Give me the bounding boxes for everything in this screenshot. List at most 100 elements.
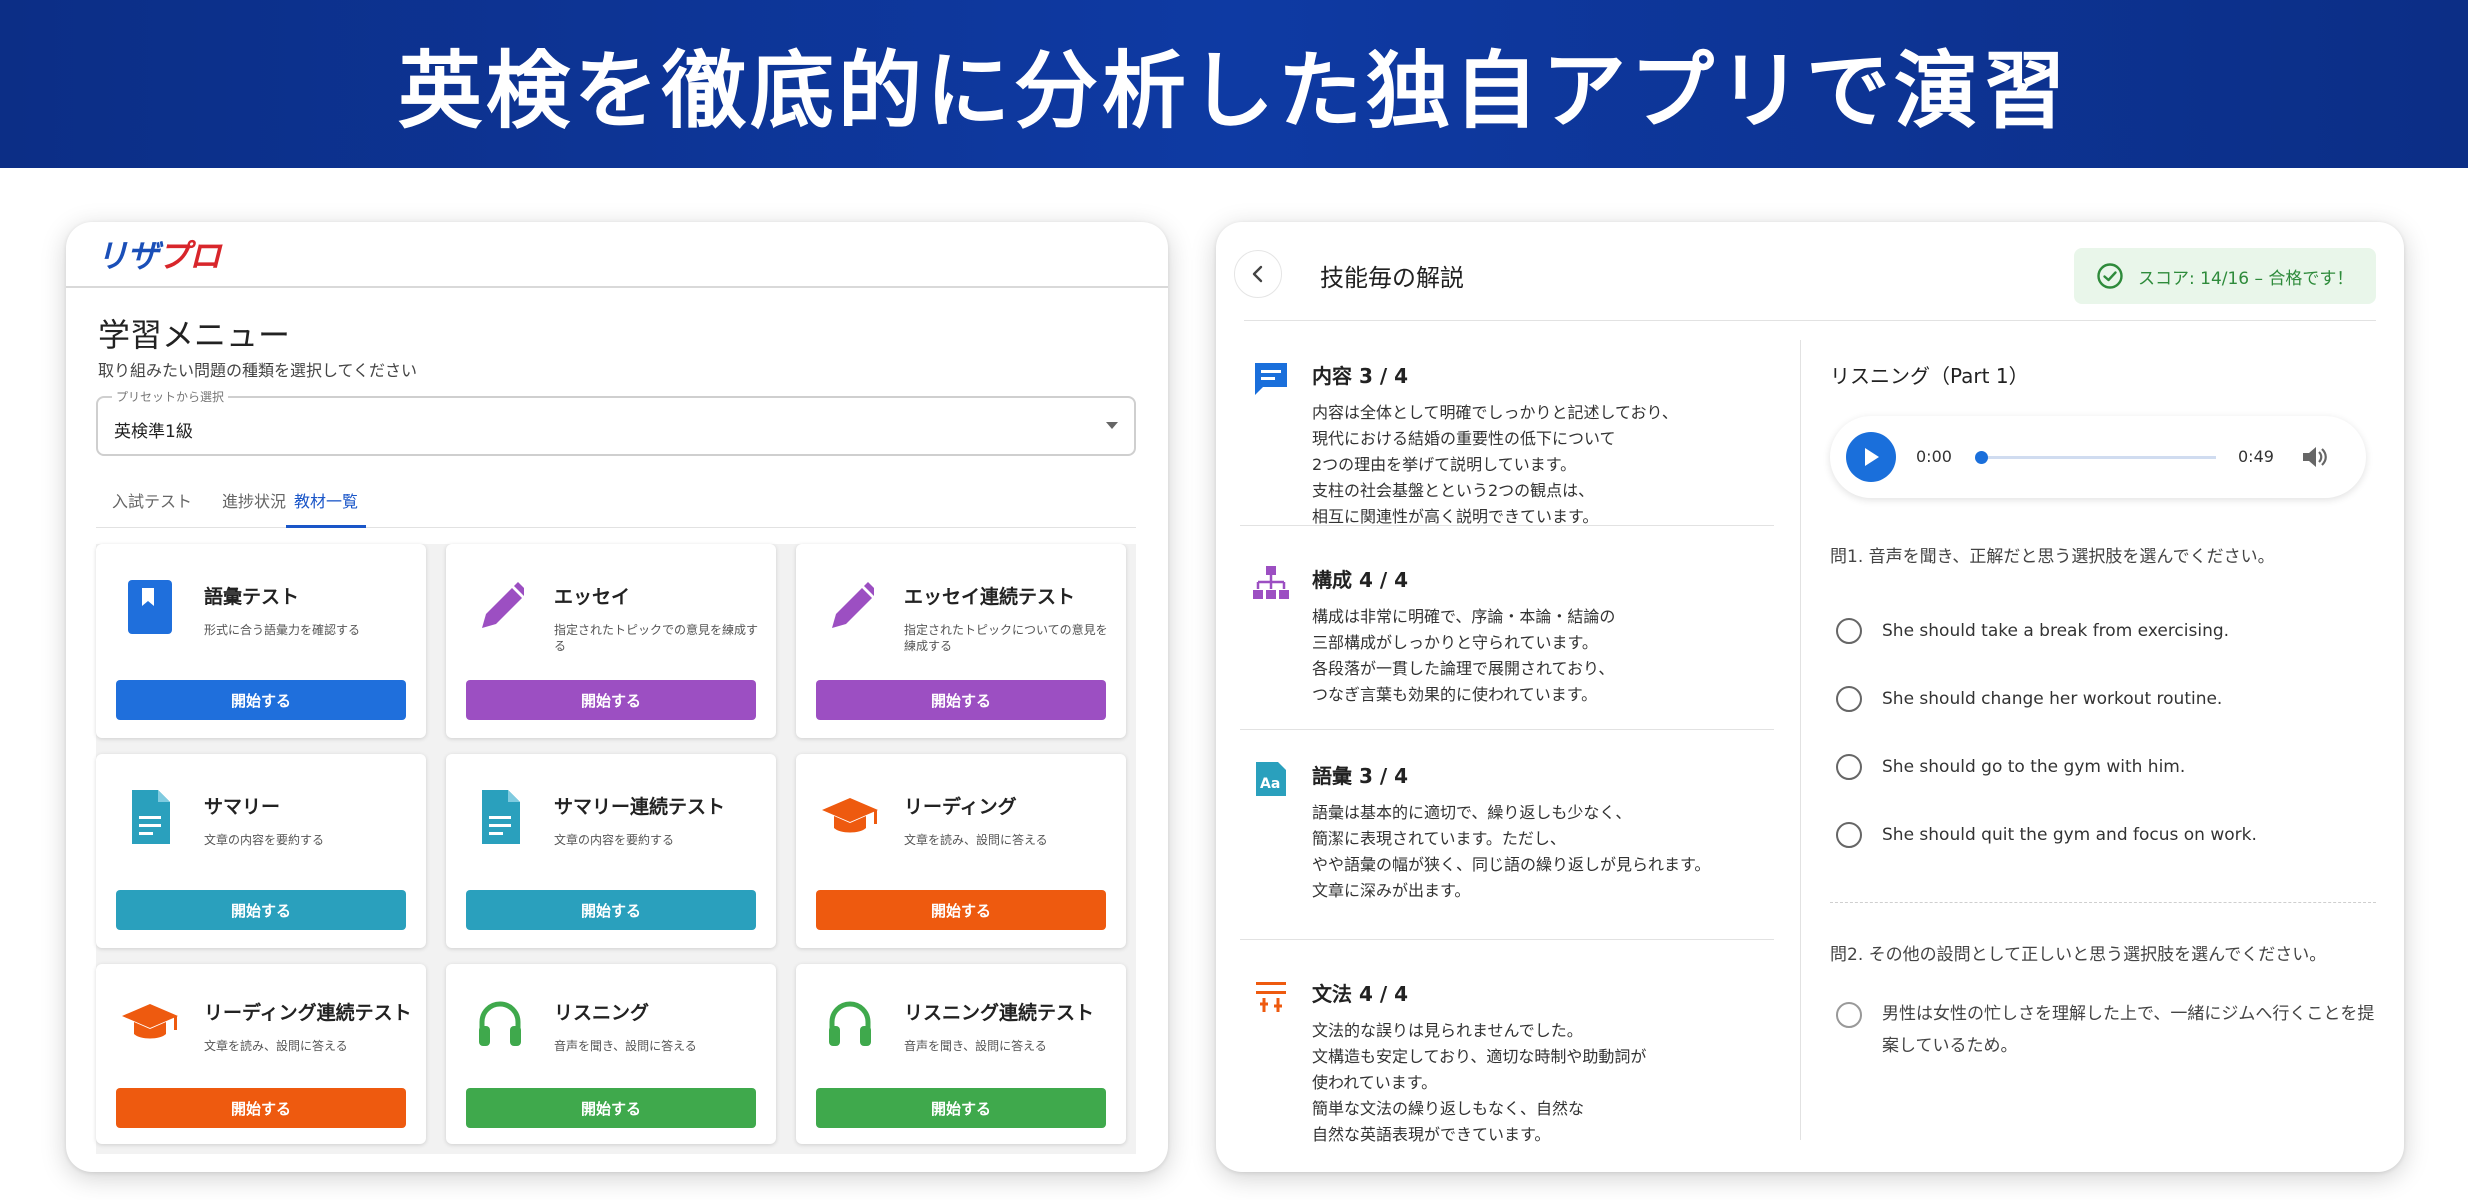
graduation-cap-icon xyxy=(822,798,878,833)
app-header: リザプロ xyxy=(66,222,1168,288)
hierarchy-icon xyxy=(1253,566,1289,599)
skill-body: 構成は非常に明確で、序論・本論・結論の 三部構成がしっかりと守られています。 各… xyxy=(1312,604,1762,708)
page-title: 学習メニュー xyxy=(98,316,291,354)
audio-player: 0:00 0:49 xyxy=(1830,416,2366,498)
headphones-icon xyxy=(479,1001,521,1046)
skill-line: 各段落が一貫した論理で展開されており、 xyxy=(1312,659,1615,678)
skill-line: 内容は全体として明確でしっかりと記述しており、 xyxy=(1312,403,1678,422)
skill-title: 内容 3 / 4 xyxy=(1312,364,1409,388)
page-title: 技能毎の解説 xyxy=(1320,264,1464,292)
feedback-header: 技能毎の解説 スコア: 14/16 – 合格です！ xyxy=(1216,222,2404,320)
tab-entrance-test[interactable]: 入試テスト xyxy=(112,488,192,528)
card-title: サマリー連続テスト xyxy=(554,796,726,818)
skill-line: 相互に関連性が高く説明できています。 xyxy=(1312,507,1599,526)
graduation-cap-icon xyxy=(122,1004,178,1039)
volume-icon[interactable] xyxy=(2300,444,2328,470)
skill-line: 文構造も安定しており、適切な時制や助動詞が xyxy=(1312,1047,1647,1066)
skill-line: 2つの理由を挙げて説明しています。 xyxy=(1312,455,1577,474)
skill-body: 内容は全体として明確でしっかりと記述しており、 現代における結婚の重要性の低下に… xyxy=(1312,400,1762,530)
skill-line: 自然な英語表現ができています。 xyxy=(1312,1125,1551,1144)
option-label: 男性は女性の忙しさを理解した上で、一緒にジムへ行くことを提案しているため。 xyxy=(1882,1004,2375,1056)
start-button-listening[interactable]: 開始する xyxy=(466,1088,756,1128)
radio-button[interactable] xyxy=(1836,754,1862,780)
card-description: 文章の内容を要約する xyxy=(554,833,675,847)
card-essay: エッセイ 指定されたトピックでの意見を練成する 開始する xyxy=(446,544,776,738)
card-description: 指定されたトピックでの意見を練成する xyxy=(554,623,759,653)
skill-line: 支柱の社会基盤とという2つの観点は、 xyxy=(1312,481,1595,500)
start-button-summary-series[interactable]: 開始する xyxy=(466,890,756,930)
svg-text:Aa: Aa xyxy=(1260,776,1280,792)
radio-button[interactable] xyxy=(1836,1002,1862,1028)
header-divider xyxy=(1244,320,2376,321)
total-time: 0:49 xyxy=(2238,447,2274,466)
answer-option[interactable]: She should quit the gym and focus on wor… xyxy=(1836,822,2257,848)
app-logo[interactable]: リザプロ xyxy=(96,231,221,277)
skill-title: 語彙 3 / 4 xyxy=(1312,764,1409,788)
audio-progress-bar[interactable] xyxy=(1975,451,2216,464)
start-button-listening-series[interactable]: 開始する xyxy=(816,1088,1106,1128)
card-description: 文章を読み、設問に答える xyxy=(204,1039,348,1053)
tab-progress[interactable]: 進捗状況 xyxy=(222,488,286,528)
skill-line: 構成は非常に明確で、序論・本論・結論の xyxy=(1312,607,1616,626)
question-2: 問2. その他の設問として正しいと思う選択肢を選んでください。 xyxy=(1830,945,2327,965)
play-icon xyxy=(1865,448,1879,466)
card-description: 音声を聞き、設問に答える xyxy=(904,1039,1047,1053)
material-grid: 語彙テスト 形式に合う語彙力を確認する 開始する エッセイ 指定されたトピックで… xyxy=(96,544,1136,1154)
start-button-essay-series[interactable]: 開始する xyxy=(816,680,1106,720)
start-button-essay[interactable]: 開始する xyxy=(466,680,756,720)
card-title: リスニング連続テスト xyxy=(904,1002,1095,1024)
card-description: 文章の内容を要約する xyxy=(204,833,325,847)
skill-line: 使われています。 xyxy=(1312,1073,1438,1092)
card-essay-series: エッセイ連続テスト 指定されたトピックについての意見を練成する 開始する xyxy=(796,544,1126,738)
card-vocab-test: 語彙テスト 形式に合う語彙力を確認する 開始する xyxy=(96,544,426,738)
preset-select[interactable]: プリセットから選択 英検準1級 xyxy=(96,388,1136,456)
section-divider xyxy=(1240,729,1774,730)
radio-button[interactable] xyxy=(1836,618,1862,644)
question-divider xyxy=(1830,902,2376,903)
answer-option[interactable]: She should go to the gym with him. xyxy=(1836,754,2185,780)
document-icon xyxy=(132,790,170,844)
card-title: エッセイ連続テスト xyxy=(904,586,1076,608)
skill-line: 三部構成がしっかりと守られています。 xyxy=(1312,633,1598,652)
skill-line: 現代における結婚の重要性の低下について xyxy=(1312,429,1616,448)
tab-bar: 入試テスト 進捗状況 教材一覧 xyxy=(96,480,1136,528)
card-description: 指定されたトピックについての意見を練成する xyxy=(904,623,1108,653)
skill-title: 構成 4 / 4 xyxy=(1312,568,1409,592)
answer-option[interactable]: 男性は女性の忙しさを理解した上で、一緒にジムへ行くことを提案しているため。 xyxy=(1836,1002,2376,1062)
radio-button[interactable] xyxy=(1836,686,1862,712)
start-button-reading-series[interactable]: 開始する xyxy=(116,1088,406,1128)
listening-title: リスニング（Part 1） xyxy=(1830,364,2029,388)
card-reading: リーディング 文章を読み、設問に答える 開始する xyxy=(796,754,1126,948)
skill-line: 文法的な誤りは見られませんでした。 xyxy=(1312,1021,1583,1040)
play-button[interactable] xyxy=(1846,432,1896,482)
card-description: 形式に合う語彙力を確認する xyxy=(204,623,361,637)
logo-text-red: プロ xyxy=(158,237,221,275)
back-button[interactable] xyxy=(1234,250,1282,298)
skill-title: 文法 4 / 4 xyxy=(1312,982,1409,1006)
card-title: リーディング xyxy=(904,796,1017,818)
tab-materials[interactable]: 教材一覧 xyxy=(286,488,367,528)
banner-title: 英検を徹底的に分析した独自アプリで演習 xyxy=(397,40,2070,140)
question-1: 問1. 音声を聞き、正解だと思う選択肢を選んでください。 xyxy=(1830,547,2275,567)
start-button-summary[interactable]: 開始する xyxy=(116,890,406,930)
answer-option[interactable]: She should change her workout routine. xyxy=(1836,686,2222,712)
pencil-icon xyxy=(482,582,524,628)
skill-section-grammar: 文法 4 / 4 文法的な誤りは見られませんでした。 文構造も安定しており、適切… xyxy=(1240,958,1774,1158)
skill-line: 簡単な文法の繰り返しもなく、自然な xyxy=(1312,1099,1585,1118)
option-label: She should go to the gym with him. xyxy=(1882,757,2186,777)
answer-option[interactable]: She should take a break from exercising. xyxy=(1836,618,2229,644)
skill-line: つなぎ言葉も効果的に使われています。 xyxy=(1312,685,1598,704)
skill-line: やや語彙の幅が狭く、同じ語の繰り返しが見られます。 xyxy=(1312,855,1711,874)
card-description: 音声を聞き、設問に答える xyxy=(554,1039,697,1053)
card-title: 語彙テスト xyxy=(204,586,300,608)
preset-select-value: 英検準1級 xyxy=(114,422,193,442)
start-button-reading[interactable]: 開始する xyxy=(816,890,1106,930)
option-label: She should quit the gym and focus on wor… xyxy=(1882,825,2257,845)
radio-button[interactable] xyxy=(1836,822,1862,848)
grammar-icon xyxy=(1256,982,1286,1012)
hero-banner: 英検を徹底的に分析した独自アプリで演習 xyxy=(0,0,2468,168)
card-listening: リスニング 音声を聞き、設問に答える 開始する xyxy=(446,964,776,1144)
start-button-vocab-test[interactable]: 開始する xyxy=(116,680,406,720)
audio-progress-knob[interactable] xyxy=(1975,451,1988,464)
card-title: リスニング xyxy=(554,1002,650,1024)
